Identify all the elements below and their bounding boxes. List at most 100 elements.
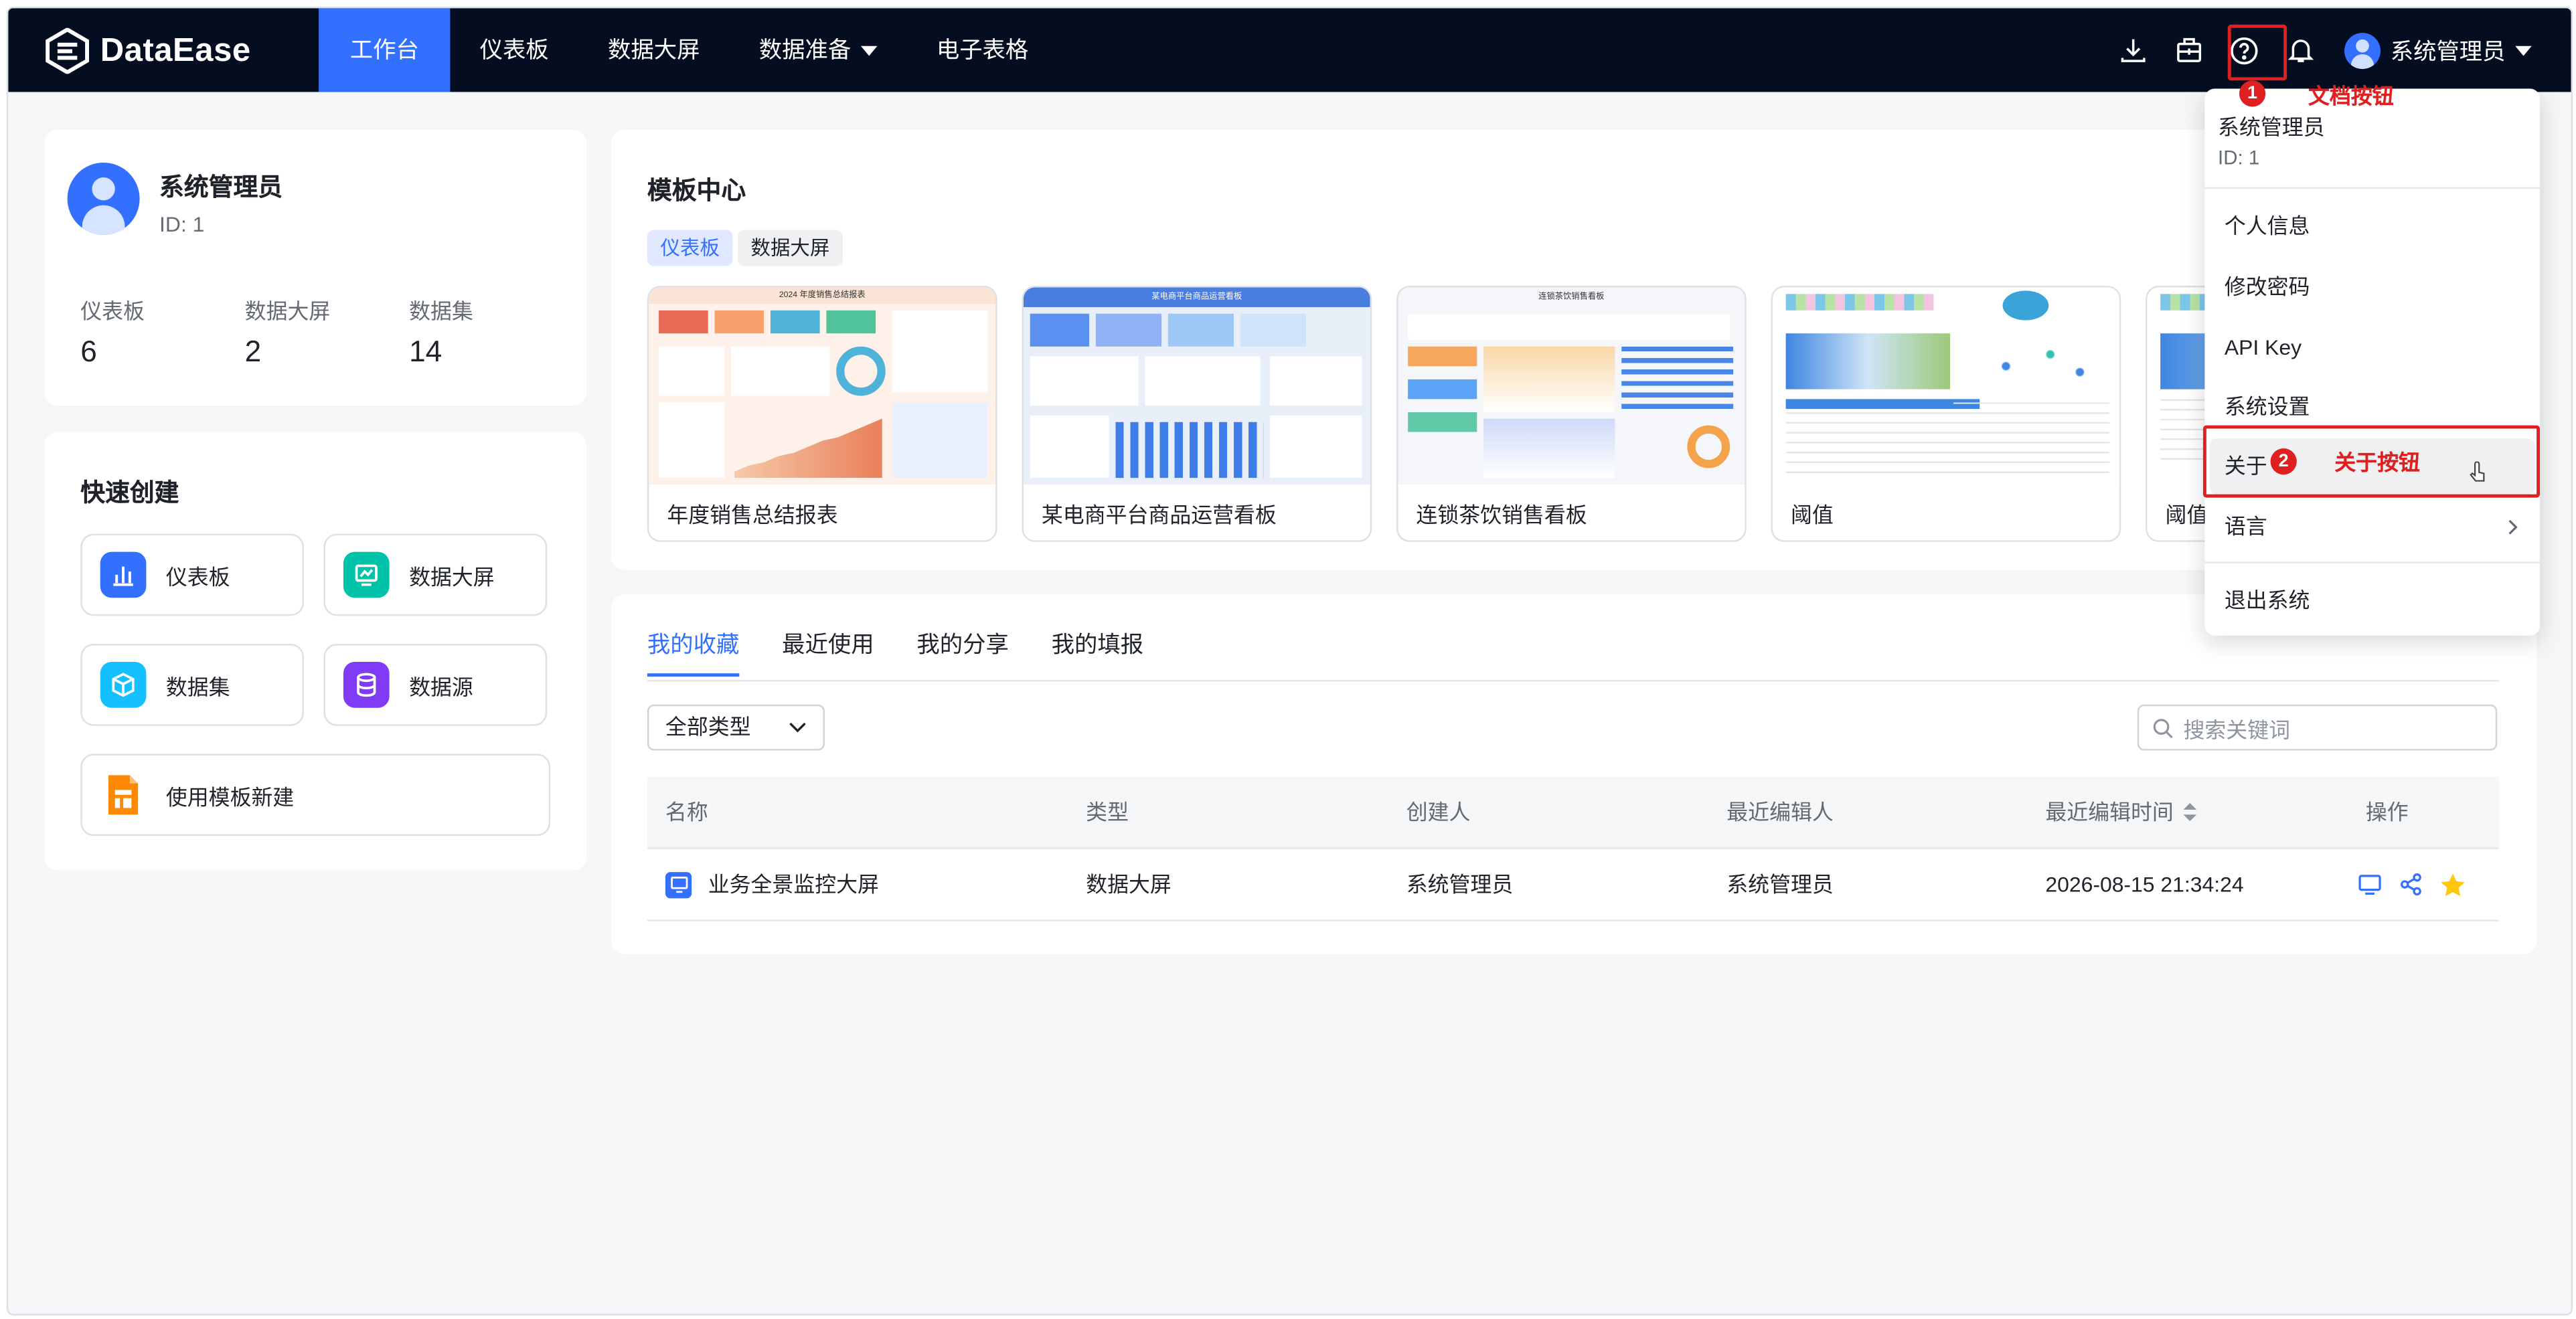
table-row[interactable]: 业务全景监控大屏 数据大屏 系统管理员 系统管理员 2026-08-15 21:…: [647, 849, 2499, 921]
stat-value: 14: [409, 335, 442, 368]
template-card[interactable]: 2024 年度销售总结报表 年度销售总结报表: [647, 286, 997, 542]
create-data-screen-button[interactable]: 数据大屏: [323, 533, 548, 616]
logo[interactable]: DataEase: [44, 25, 250, 78]
bell-icon: [2287, 39, 2314, 62]
menu-item-api-key[interactable]: API Key: [2210, 321, 2535, 376]
menu-item-profile[interactable]: 个人信息: [2210, 199, 2535, 254]
menu-divider: [2204, 187, 2541, 189]
template-thumbnail: 2024 年度销售总结报表: [649, 287, 996, 485]
database-icon: [343, 662, 390, 708]
tab-shared[interactable]: 我的分享: [916, 627, 1008, 677]
app-window: DataEase 工作台 仪表板 数据大屏 数据准备 电子表格 系统管理员 1 …: [6, 6, 2573, 1316]
stat-label: 仪表板: [80, 298, 145, 324]
row-name-cell: 业务全景监控大屏: [665, 849, 879, 920]
thumbnail-title: 某电商平台商品运营看板: [1023, 287, 1370, 307]
template-card[interactable]: 连锁茶饮销售看板 连锁茶饮销售看板: [1396, 286, 1747, 542]
screen-icon: [665, 871, 692, 898]
column-header: 类型: [1086, 800, 1129, 824]
annotation-label-doc: 文档按钮: [2308, 84, 2394, 108]
tab-filled[interactable]: 我的填报: [1052, 627, 1143, 677]
row-type: 数据大屏: [1086, 872, 1172, 897]
create-dashboard-button[interactable]: 仪表板: [80, 533, 305, 616]
column-header: 操作: [2365, 800, 2409, 824]
cube-icon: [100, 662, 147, 708]
quick-create-title: 快速创建: [80, 479, 179, 508]
nav-label: 数据准备: [758, 35, 852, 63]
main-nav: 工作台 仪表板 数据大屏 数据准备 电子表格: [319, 8, 1058, 92]
template-name: 年度销售总结报表: [667, 502, 838, 527]
menu-item-label: 语言: [2224, 514, 2267, 539]
template-name: 阈值: [2165, 502, 2208, 527]
doc-button-highlight: [2227, 24, 2287, 81]
row-name: 业务全景监控大屏: [708, 872, 879, 897]
template-icon: [100, 772, 147, 818]
preview-icon[interactable]: [2358, 872, 2383, 897]
nav-label: 电子表格: [936, 35, 1029, 63]
template-name: 连锁茶饮销售看板: [1416, 502, 1587, 527]
chevron-right-icon: [2508, 519, 2518, 535]
nav-data-prep[interactable]: 数据准备: [730, 8, 907, 92]
user-dropdown-menu: 系统管理员 ID: 1 个人信息 修改密码 API Key 系统设置 关于 语言…: [2204, 88, 2541, 636]
stat-value: 6: [80, 335, 97, 368]
button-label: 仪表板: [165, 563, 230, 589]
nav-workbench[interactable]: 工作台: [319, 8, 451, 92]
button-label: 数据集: [165, 674, 230, 699]
template-card[interactable]: 阈值: [1771, 286, 2121, 542]
stat-dashboard: 仪表板 6: [80, 294, 145, 369]
row-editor: 系统管理员: [1726, 872, 1834, 897]
menu-divider: [2204, 561, 2541, 563]
column-header-sortable[interactable]: 最近编辑时间: [2045, 777, 2197, 848]
nav-label: 数据大屏: [608, 35, 700, 63]
column-header: 最近编辑人: [1726, 800, 1834, 824]
menu-item-language[interactable]: 语言: [2210, 499, 2535, 555]
nav-data-screen[interactable]: 数据大屏: [578, 8, 730, 92]
stat-label: 数据集: [409, 298, 473, 324]
thumbnail-title: 连锁茶饮销售看板: [1538, 292, 1605, 302]
caret-down-icon: [2515, 45, 2532, 56]
create-from-template-button[interactable]: 使用模板新建: [80, 754, 551, 837]
column-header: 创建人: [1406, 800, 1471, 824]
stat-data-screen: 数据大屏 2: [245, 294, 331, 369]
share-icon[interactable]: [2399, 872, 2423, 897]
user-name: 系统管理员: [2390, 37, 2506, 64]
menu-item-change-password[interactable]: 修改密码: [2210, 260, 2535, 315]
chip-dashboard[interactable]: 仪表板: [647, 230, 733, 266]
avatar: [2344, 31, 2381, 68]
logo-text: DataEase: [100, 31, 251, 68]
download-icon: [2120, 39, 2145, 62]
nav-spreadsheet[interactable]: 电子表格: [907, 8, 1058, 92]
button-label: 数据源: [409, 674, 473, 699]
profile-name: 系统管理员: [159, 174, 283, 202]
create-dataset-button[interactable]: 数据集: [80, 644, 305, 726]
button-label: 数据大屏: [409, 563, 495, 589]
user-menu-trigger[interactable]: 系统管理员: [2344, 31, 2532, 68]
download-button[interactable]: [2105, 8, 2160, 92]
template-card[interactable]: 某电商平台商品运营看板 某电商平台商品运营看板: [1022, 286, 1372, 542]
caret-down-icon: [860, 45, 878, 56]
template-thumbnail: 某电商平台商品运营看板: [1023, 287, 1370, 485]
nav-dashboard[interactable]: 仪表板: [450, 8, 578, 92]
avatar: [67, 162, 140, 235]
template-center-title: 模板中心: [647, 177, 746, 205]
search-icon: [2153, 718, 2173, 737]
type-filter-select[interactable]: 全部类型: [647, 704, 825, 751]
search-placeholder: 搜索关键词: [2183, 717, 2291, 742]
template-thumbnail: 连锁茶饮销售看板: [1398, 287, 1745, 485]
tab-recent[interactable]: 最近使用: [782, 627, 874, 677]
favorites-card: 我的收藏 最近使用 我的分享 我的填报 全部类型 搜索关键词 名称 类型 创建人…: [611, 594, 2537, 954]
menu-user-name: 系统管理员: [2218, 114, 2325, 140]
dataease-logo-icon: [46, 27, 90, 74]
chip-data-screen[interactable]: 数据大屏: [737, 230, 843, 266]
create-datasource-button[interactable]: 数据源: [323, 644, 548, 726]
select-value: 全部类型: [665, 714, 751, 739]
tab-favorites[interactable]: 我的收藏: [647, 627, 740, 677]
star-icon[interactable]: [2439, 871, 2466, 897]
stat-dataset: 数据集 14: [409, 294, 473, 369]
annotation-label-about: 关于按钮: [2334, 450, 2420, 475]
template-thumbnail: [1772, 287, 2119, 485]
search-input[interactable]: 搜索关键词: [2137, 704, 2498, 751]
sort-icon: [2183, 803, 2197, 822]
toolbox-button[interactable]: [2160, 8, 2216, 92]
template-name: 阈值: [1790, 502, 1834, 527]
menu-item-logout[interactable]: 退出系统: [2210, 573, 2535, 628]
